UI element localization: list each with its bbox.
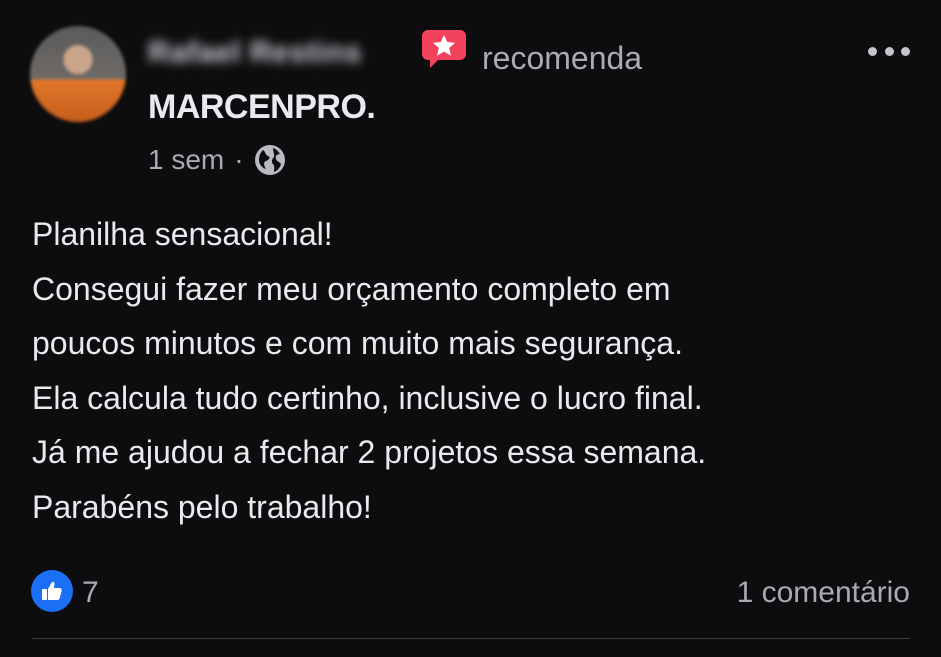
post-body: Planilha sensacional! Consegui fazer meu… (32, 207, 912, 534)
post-timestamp[interactable]: 1 sem (148, 144, 224, 176)
post-line: Ela calcula tudo certinho, inclusive o l… (32, 379, 703, 416)
post-line: Parabéns pelo trabalho! (32, 488, 372, 525)
meta-separator: · (234, 144, 244, 175)
comments-count[interactable]: 1 comentário (737, 576, 910, 610)
author-name[interactable]: Rafael Restins (148, 36, 362, 70)
globe-icon (254, 145, 285, 175)
more-options-icon[interactable] (868, 40, 910, 62)
recommend-label: recomenda (482, 40, 643, 76)
thumbs-up-icon (42, 581, 62, 600)
divider (32, 638, 910, 639)
post-line: poucos minutos e com muito mais seguranç… (32, 325, 683, 361)
post-line: Consegui fazer meu orçamento completo em (32, 270, 671, 307)
recommend-star-icon (422, 30, 466, 68)
like-icon[interactable] (31, 570, 73, 612)
post-line: Já me ajudou a fechar 2 projetos essa se… (32, 434, 707, 470)
post-line: Planilha sensacional! (32, 216, 333, 252)
page-name[interactable]: MARCENPRO. (148, 88, 376, 127)
like-count[interactable]: 7 (82, 576, 99, 610)
post-meta: 1 sem · (148, 144, 286, 176)
author-avatar[interactable] (30, 26, 126, 122)
